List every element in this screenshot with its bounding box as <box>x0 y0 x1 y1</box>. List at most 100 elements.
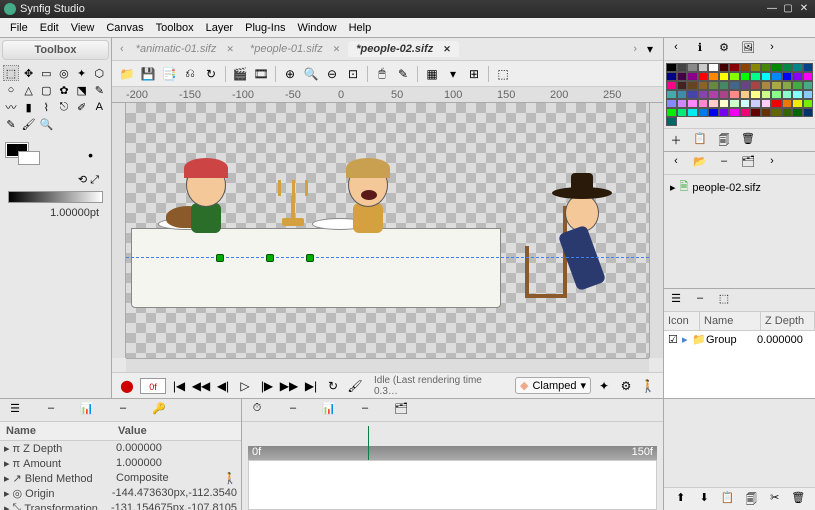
scrollbar-v[interactable] <box>649 103 663 358</box>
palette-color[interactable] <box>792 81 803 90</box>
playbar-option[interactable]: 🚶 <box>639 377 657 395</box>
panel-tab[interactable]: › <box>763 41 781 57</box>
palette-color[interactable] <box>698 99 709 108</box>
playback-button[interactable]: ▶| <box>302 377 320 395</box>
playback-button[interactable]: ↻ <box>324 377 342 395</box>
toolbar-button[interactable]: ⊖ <box>323 65 341 83</box>
canvas[interactable] <box>126 103 649 358</box>
param-row[interactable]: ▸⤡Transformation-131.154675px,-107.8105 <box>0 501 241 510</box>
palette-color[interactable] <box>782 90 793 99</box>
layer-action[interactable]: ✂ <box>766 491 784 507</box>
palette-color[interactable] <box>761 90 772 99</box>
panel-tab[interactable]: – <box>715 155 733 171</box>
palette-color[interactable] <box>698 72 709 81</box>
panel-tab[interactable]: 🖼 <box>739 41 757 57</box>
layer-action[interactable]: ⬇ <box>696 491 714 507</box>
tabs-next[interactable]: › <box>629 43 641 55</box>
palette-color[interactable] <box>750 99 761 108</box>
tool-button[interactable]: ⬚ <box>3 65 19 81</box>
playback-button[interactable]: 🖌 <box>346 377 364 395</box>
palette-color[interactable] <box>782 99 793 108</box>
palette-color[interactable] <box>708 108 719 117</box>
toolbar-button[interactable]: ⬚ <box>494 65 512 83</box>
palette-color[interactable] <box>677 90 688 99</box>
menu-toolbox[interactable]: Toolbox <box>150 20 200 36</box>
palette-color[interactable] <box>792 90 803 99</box>
panel-tab[interactable]: 📂 <box>691 155 709 171</box>
palette-color[interactable] <box>761 108 772 117</box>
close-icon[interactable]: ✕ <box>333 44 341 55</box>
menu-plug-ins[interactable]: Plug-Ins <box>239 20 291 36</box>
palette-color[interactable] <box>666 99 677 108</box>
playbar-option[interactable]: ✦ <box>595 377 613 395</box>
palette-tool[interactable]: 🗐 <box>715 132 733 148</box>
expand-arrow-icon[interactable]: ▸ <box>682 333 692 346</box>
document-tab[interactable]: *animatic-01.sifz✕ <box>128 41 242 57</box>
palette-color[interactable] <box>719 90 730 99</box>
panel-tab[interactable]: ‹ <box>667 41 685 57</box>
tabs-menu[interactable]: ▾ <box>641 40 659 58</box>
window-min[interactable]: — <box>765 2 779 16</box>
tool-button[interactable]: 🖌 <box>21 116 37 132</box>
palette-color[interactable] <box>666 117 677 126</box>
tool-button[interactable]: ⎋ <box>56 99 72 115</box>
palette-color[interactable] <box>719 99 730 108</box>
panel-tab[interactable]: 📊 <box>78 402 96 418</box>
palette-color[interactable] <box>792 99 803 108</box>
palette-color[interactable] <box>750 90 761 99</box>
palette-color[interactable] <box>719 63 730 72</box>
tool-button[interactable]: ▢ <box>38 82 54 98</box>
playback-button[interactable]: ▶▶ <box>280 377 298 395</box>
tool-button[interactable]: ○ <box>3 82 19 98</box>
palette-color[interactable] <box>782 72 793 81</box>
toolbar-button[interactable]: ↻ <box>202 65 220 83</box>
palette-color[interactable] <box>803 99 814 108</box>
tabs-prev[interactable]: ‹ <box>116 43 128 55</box>
palette-color[interactable] <box>782 63 793 72</box>
menu-window[interactable]: Window <box>291 20 342 36</box>
palette-color[interactable] <box>698 63 709 72</box>
menu-edit[interactable]: Edit <box>34 20 65 36</box>
palette-color[interactable] <box>698 90 709 99</box>
palette-color[interactable] <box>761 81 772 90</box>
palette-color[interactable] <box>792 108 803 117</box>
playback-button[interactable]: |◀ <box>170 377 188 395</box>
palette-color[interactable] <box>782 81 793 90</box>
panel-tab[interactable]: – <box>114 402 132 418</box>
window-close[interactable]: ✕ <box>797 2 811 16</box>
menu-canvas[interactable]: Canvas <box>100 20 149 36</box>
layer-visible-checkbox[interactable]: ☑ <box>668 333 682 346</box>
palette-color[interactable] <box>792 72 803 81</box>
param-row[interactable]: ▸↗Blend MethodComposite🚶 <box>0 471 241 486</box>
palette-color[interactable] <box>666 72 677 81</box>
palette-color[interactable] <box>761 63 772 72</box>
panel-tab[interactable]: ⏱ <box>248 402 266 418</box>
panel-tab[interactable]: 🗂 <box>392 402 410 418</box>
panel-tab[interactable]: ‹ <box>667 155 685 171</box>
record-button[interactable]: ⬤ <box>118 377 136 395</box>
palette-color[interactable] <box>677 81 688 90</box>
palette-tool[interactable]: ＋ <box>667 132 685 148</box>
toolbar-button[interactable]: ▾ <box>444 65 462 83</box>
param-row[interactable]: ▸πZ Depth0.000000 <box>0 441 241 456</box>
tool-button[interactable]: ▭ <box>38 65 54 81</box>
palette-color[interactable] <box>687 72 698 81</box>
toolbar-button[interactable]: ✎ <box>394 65 412 83</box>
palette-color[interactable] <box>750 81 761 90</box>
tool-button[interactable]: ✎ <box>91 82 107 98</box>
menu-file[interactable]: File <box>4 20 34 36</box>
layer-action[interactable]: 🗐 <box>743 491 761 507</box>
palette-color[interactable] <box>666 63 677 72</box>
bg-color[interactable] <box>18 151 40 165</box>
close-icon[interactable]: ✕ <box>443 44 451 55</box>
palette-color[interactable] <box>750 72 761 81</box>
playbar-option[interactable]: ⚙ <box>617 377 635 395</box>
toolbar-button[interactable]: 📑 <box>160 65 178 83</box>
toolbar-button[interactable]: 🎞 <box>252 65 270 83</box>
palette-color[interactable] <box>761 99 772 108</box>
tool-button[interactable]: △ <box>21 82 37 98</box>
scrollbar-h[interactable] <box>126 358 649 372</box>
palette-color[interactable] <box>803 90 814 99</box>
palette-color[interactable] <box>782 108 793 117</box>
palette-color[interactable] <box>698 81 709 90</box>
